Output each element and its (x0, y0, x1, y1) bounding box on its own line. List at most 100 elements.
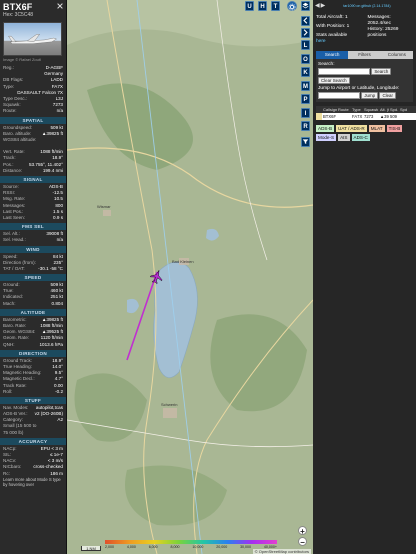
place-label-2: Schwerin (161, 402, 177, 407)
detail-key: Distance: (3, 167, 23, 173)
zoom-out-button[interactable]: − (298, 537, 307, 547)
section-header[interactable]: SPATIAL (0, 116, 66, 124)
source-badge: AIS (338, 134, 350, 141)
detail-value: ▲39825 ft (41, 130, 63, 136)
clear-search-button[interactable]: Clear Search (318, 77, 350, 84)
layers-button[interactable] (301, 1, 310, 11)
jump-input[interactable] (318, 92, 360, 99)
table-header: CallsignRouteTypeSquawkAlt. (ft)Spd. (kt… (316, 106, 416, 113)
map-button-k[interactable]: K (301, 67, 310, 77)
section-header[interactable]: FMS SEL (0, 223, 66, 231)
detail-row: Last Seen: 0.9 s (0, 215, 66, 221)
version-link[interactable]: tar1090 on github (2.14.1784) (343, 4, 390, 8)
expand-right-button[interactable] (301, 28, 310, 38)
detail-row: TAT / OAT: -30.1 -58 °C (0, 266, 66, 272)
legend-tick: 4,000 (126, 545, 136, 549)
detail-key: WGS84 altitude: (3, 136, 37, 142)
info-key: Route: (3, 108, 17, 114)
detail-key: Roll: (3, 388, 13, 394)
map-button-i[interactable]: I (301, 107, 310, 118)
source-badge: ADS-B (316, 125, 335, 132)
panel-arrows[interactable]: ◀ ▶ (315, 2, 325, 9)
clear-jump-button[interactable]: Clear (379, 92, 396, 99)
close-icon[interactable] (57, 3, 63, 9)
table-cell: 7273 (364, 114, 374, 119)
filter-icon (302, 139, 309, 144)
section-header[interactable]: ACCURACY (0, 437, 66, 445)
info-value: n/a (56, 108, 63, 114)
map-button-p[interactable]: P (301, 94, 310, 104)
map-button-t[interactable]: T (271, 1, 280, 11)
map-view[interactable]: Bad Kleinen Schwerin Wismar U H T LOKMPI… (67, 0, 313, 554)
detail-value: -0.2 (55, 388, 63, 394)
table-row[interactable]: BTX6F FA7X7273 ▲39825509 (316, 113, 416, 120)
detail-row: Mach: 0.804 (0, 301, 66, 307)
section-header[interactable]: SPEED (0, 274, 66, 282)
arrow-right-icon[interactable]: ▶ (321, 2, 326, 9)
aircraft-table: CallsignRouteTypeSquawkAlt. (ft)Spd. (kt… (316, 106, 416, 120)
detail-value: 0.804 (51, 300, 64, 306)
aircraft-photo[interactable] (3, 22, 62, 56)
legend-tick: 6,000 (148, 545, 158, 549)
map-terrain: Bad Kleinen Schwerin Wismar (67, 0, 313, 554)
jump-button[interactable]: Jump (361, 92, 379, 99)
table-cell: 509 (390, 114, 397, 119)
detail-row: Distance: 199.4 nmi (0, 168, 66, 174)
legend-tick: 8,000 (170, 545, 180, 549)
column-header[interactable]: Squawk (363, 106, 379, 113)
zoom-in-button[interactable]: + (298, 526, 307, 536)
map-button-u[interactable]: U (245, 1, 254, 11)
detail-row: Sel. Head.: n/a (0, 237, 66, 243)
column-header[interactable]: Type (351, 106, 363, 113)
search-button[interactable]: Search (371, 68, 392, 75)
legend-tick: 10,000 (192, 545, 204, 549)
search-input[interactable] (318, 68, 370, 75)
stats-link[interactable]: here (316, 39, 362, 45)
collapse-left-button[interactable] (301, 16, 310, 26)
section-header[interactable]: WIND (0, 245, 66, 253)
table-cell (337, 113, 351, 120)
filter-button[interactable] (301, 137, 310, 147)
info-key: Type: (3, 83, 15, 89)
detail-value: 1013.6 hPa (39, 341, 63, 347)
detail-value: 186 m (50, 470, 63, 476)
map-button-l[interactable]: L (301, 40, 310, 50)
tab-columns[interactable]: Columns (381, 51, 413, 59)
table-cell (399, 113, 409, 120)
column-header[interactable]: Alt. (ft) (379, 106, 389, 113)
aircraft-info-panel: BTX6F Hex: 3C5C48 Image © Rafael Zoutl R… (0, 0, 67, 554)
column-header[interactable]: Route (337, 106, 351, 113)
settings-button[interactable] (287, 1, 297, 11)
section-header[interactable]: ALTITUDE (0, 308, 66, 316)
column-header[interactable]: Callsign (322, 106, 337, 113)
section-header[interactable]: STUFF (0, 396, 66, 404)
section-header[interactable]: SIGNAL (0, 176, 66, 183)
map-button-o[interactable]: O (301, 53, 310, 64)
info-row: Route: n/a (0, 108, 66, 114)
section-header[interactable]: DIRECTION (0, 349, 66, 357)
detail-key: Rc: (3, 470, 10, 476)
aircraft-list-panel: ◀ ▶ tar1090 on github (2.14.1784) Total … (313, 0, 416, 554)
tab-filters[interactable]: Filters (348, 51, 380, 59)
map-attribution[interactable]: © OpenStreetMap contributors (252, 549, 311, 554)
source-badge: ADS-C (351, 134, 370, 141)
detail-value: 199.4 nmi (42, 167, 63, 173)
tab-search[interactable]: Search (316, 51, 349, 59)
detail-key: TAT / OAT: (3, 265, 25, 271)
column-header[interactable]: Spd (399, 106, 409, 113)
map-button-r[interactable]: R (301, 121, 310, 131)
jump-label: Jump to Airport or Latitude, Longitude: (318, 86, 400, 91)
detail-key: Mach: (3, 300, 16, 306)
aircraft-header: BTX6F Hex: 3C5C48 (0, 0, 66, 19)
detail-value: 0.9 s (53, 214, 63, 220)
source-legend: ADS-B UAT / ADS-R MLAT TIS-B Mode-S AIS ADS-C (316, 125, 413, 141)
detail-value: A2 (57, 417, 63, 423)
arrow-left-icon[interactable]: ◀ (315, 2, 320, 9)
map-button-h[interactable]: H (258, 1, 267, 11)
search-box: Search: Search Clear Search Jump to Airp… (316, 59, 413, 102)
column-header[interactable]: Spd. (kt) (389, 106, 399, 113)
legend-tick: 2,000 (105, 545, 114, 549)
detail-key: QNH: (3, 341, 15, 347)
map-button-m[interactable]: M (301, 80, 310, 91)
stats-block: Total Aircraft: 1 With Position: 1 Stats… (313, 9, 416, 45)
